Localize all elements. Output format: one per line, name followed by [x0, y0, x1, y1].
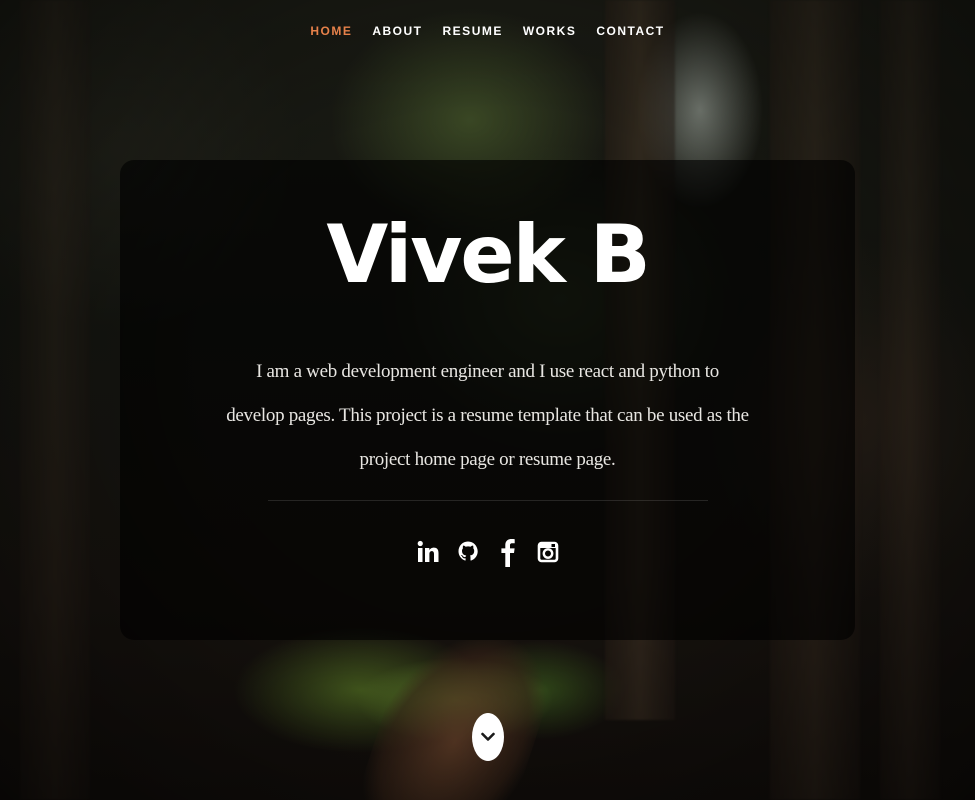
scroll-down-button[interactable] — [472, 713, 504, 761]
nav-resume[interactable]: RESUME — [443, 20, 503, 42]
nav-works[interactable]: WORKS — [523, 20, 577, 42]
nav-contact[interactable]: CONTACT — [596, 20, 664, 42]
linkedin-link[interactable] — [416, 535, 440, 569]
hero-name: Vivek B — [326, 208, 650, 301]
instagram-icon — [537, 541, 558, 563]
hero-divider — [268, 500, 708, 501]
github-icon — [458, 541, 478, 561]
hero-bio: I am a web development engineer and I us… — [226, 361, 749, 470]
social-links — [0, 535, 975, 569]
nav-home[interactable]: HOME — [310, 20, 352, 42]
chevron-down-icon — [481, 732, 495, 741]
main-nav: HOME ABOUT RESUME WORKS CONTACT — [0, 20, 975, 42]
github-link[interactable] — [456, 535, 480, 569]
instagram-link[interactable] — [536, 535, 560, 569]
nav-about[interactable]: ABOUT — [372, 20, 422, 42]
facebook-link[interactable] — [496, 535, 520, 569]
facebook-icon — [500, 539, 515, 567]
linkedin-icon — [417, 540, 438, 562]
